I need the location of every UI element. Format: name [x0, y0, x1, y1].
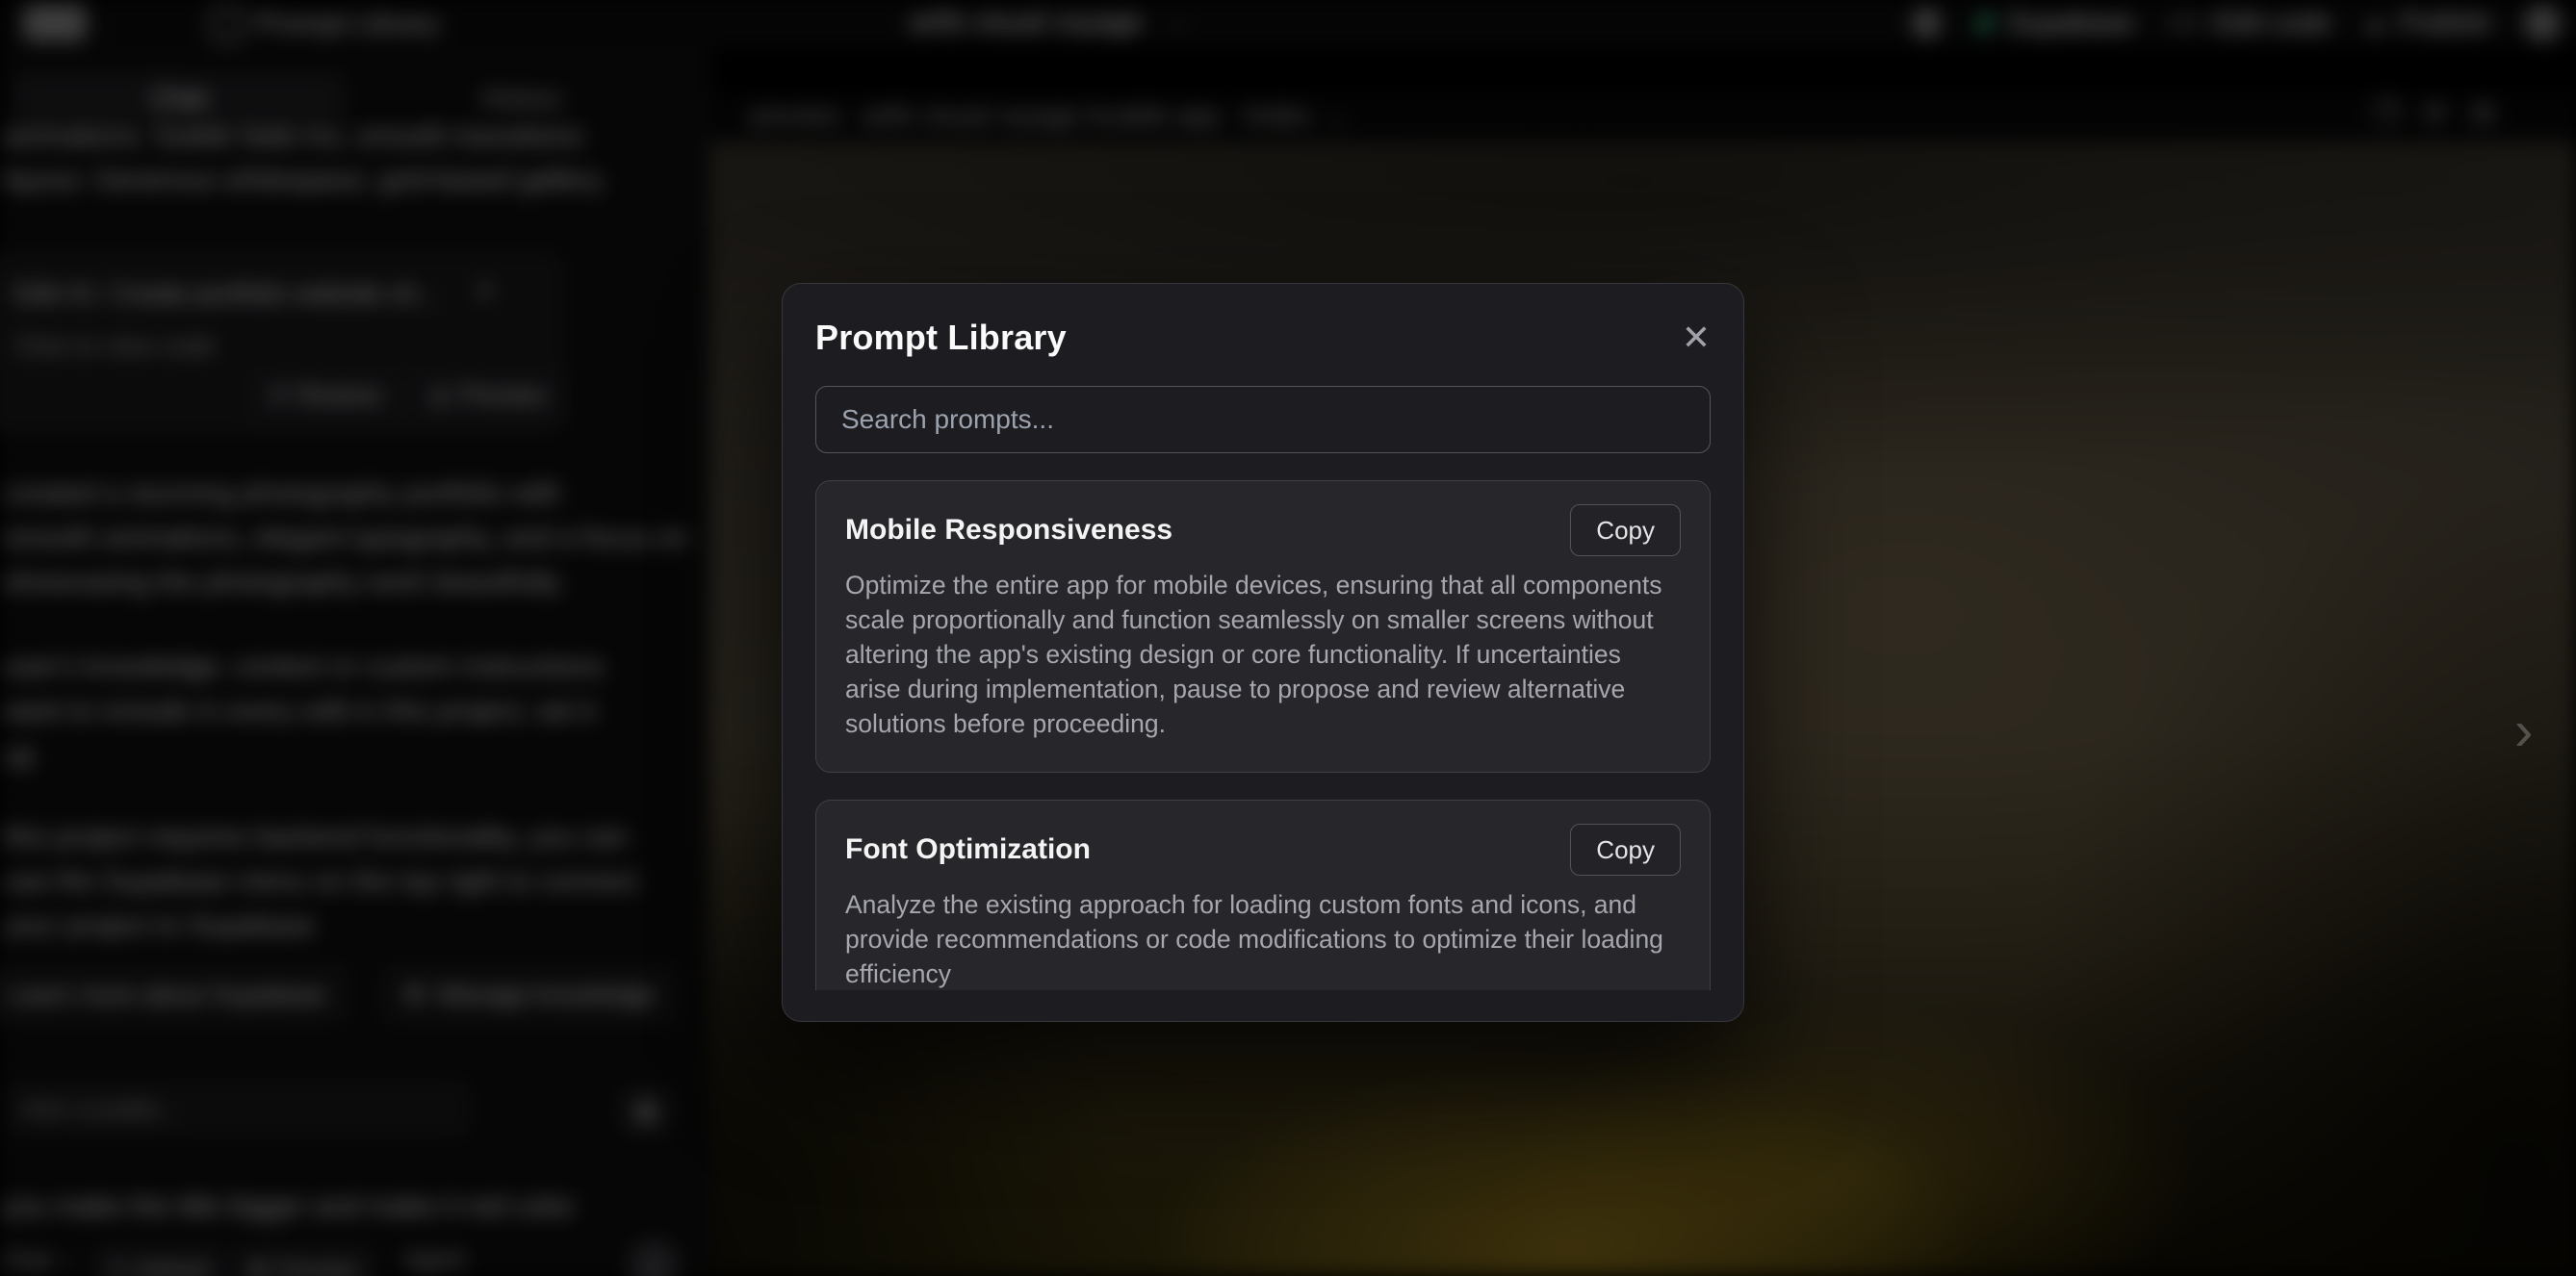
chevron-right-icon[interactable]: › — [2514, 699, 2533, 763]
close-icon[interactable]: ✕ — [1682, 320, 1711, 355]
prompt-card-header: Font Optimization Copy — [845, 824, 1681, 876]
modal-header: Prompt Library ✕ — [815, 317, 1711, 359]
prompt-card-title: Font Optimization — [845, 833, 1091, 866]
copy-button[interactable]: Copy — [1570, 824, 1681, 876]
prompt-card-body: Analyze the existing approach for loadin… — [845, 887, 1681, 990]
prompt-list: Mobile Responsiveness Copy Optimize the … — [815, 480, 1711, 990]
prompt-card-header: Mobile Responsiveness Copy — [845, 504, 1681, 556]
screen: Prompt Library artfo visual voyage ⌄ Sup… — [0, 0, 2576, 1276]
search-input[interactable] — [815, 386, 1711, 453]
prompt-library-modal: Prompt Library ✕ Mobile Responsiveness C… — [782, 283, 1744, 1022]
prompt-card-mobile-responsiveness: Mobile Responsiveness Copy Optimize the … — [815, 480, 1711, 773]
modal-title: Prompt Library — [815, 318, 1067, 358]
prompt-card-font-optimization: Font Optimization Copy Analyze the exist… — [815, 800, 1711, 990]
prompt-card-body: Optimize the entire app for mobile devic… — [845, 568, 1681, 749]
copy-button[interactable]: Copy — [1570, 504, 1681, 556]
prompt-card-title: Mobile Responsiveness — [845, 514, 1172, 547]
